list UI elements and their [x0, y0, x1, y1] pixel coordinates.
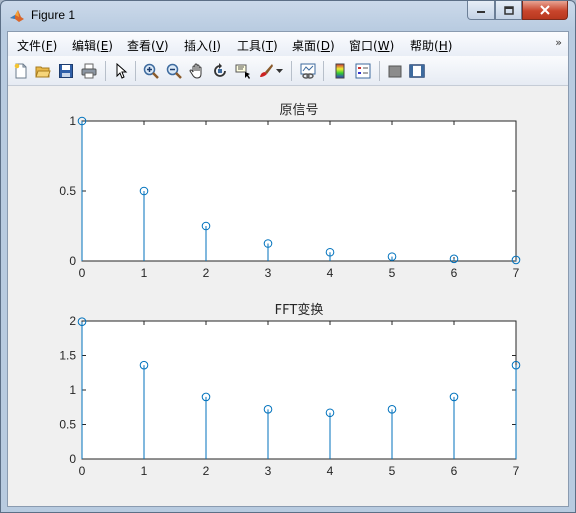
menu-desktop[interactable]: 桌面(D) [292, 37, 335, 54]
save-icon [59, 64, 73, 78]
minimize-icon [477, 11, 485, 13]
open-file-icon [35, 66, 51, 78]
show-plot-tools-icon [409, 64, 425, 78]
legend-icon [355, 63, 371, 79]
close-icon [540, 5, 550, 15]
legend-button[interactable] [353, 61, 373, 81]
link-plot-icon [300, 63, 316, 79]
menu-insert[interactable]: 插入(I) [184, 37, 221, 54]
new-figure-button[interactable] [11, 61, 31, 81]
minimize-button[interactable] [467, 1, 495, 20]
rotate-icon [214, 63, 226, 77]
zoom-out-button[interactable] [164, 61, 184, 81]
window-title: Figure 1 [31, 8, 76, 22]
menu-file[interactable]: 文件(F) [17, 37, 57, 54]
maximize-icon [503, 5, 514, 15]
zoom-in-button[interactable] [141, 61, 161, 81]
brush-button[interactable] [256, 61, 276, 81]
colorbar-icon [335, 63, 345, 79]
show-plot-tools-button[interactable] [407, 61, 427, 81]
toolbar-separator [323, 61, 324, 81]
menu-tools[interactable]: 工具(T) [237, 37, 278, 54]
new-figure-icon [14, 63, 27, 79]
maximize-button[interactable] [495, 1, 522, 20]
brush-dropdown-icon [275, 68, 283, 73]
menu-edit[interactable]: 编辑(E) [72, 37, 113, 54]
brush-dropdown-button[interactable] [274, 61, 284, 81]
chevron-double-icon[interactable]: » [555, 36, 562, 49]
toolbar-separator [105, 61, 106, 81]
title-bar[interactable]: Figure 1 [1, 1, 575, 31]
toolbar-separator [379, 61, 380, 81]
figure-client-area: 文件(F) 编辑(E) 查看(V) 插入(I) 工具(T) 桌面(D) 窗口(W… [7, 31, 569, 507]
hide-plot-tools-button[interactable] [385, 61, 405, 81]
pan-icon [189, 63, 202, 79]
link-plot-button[interactable] [298, 61, 318, 81]
menu-bar: 文件(F) 编辑(E) 查看(V) 插入(I) 工具(T) 桌面(D) 窗口(W… [8, 32, 568, 56]
menu-view[interactable]: 查看(V) [127, 37, 169, 54]
print-icon [81, 63, 97, 79]
figure-window: Figure 1 文件(F) 编辑(E) 查看(V) 插入(I) 工具(T) 桌… [0, 0, 576, 513]
zoom-in-icon [143, 63, 159, 79]
brush-icon [260, 64, 273, 77]
pan-button[interactable] [187, 61, 207, 81]
matlab-logo-icon [10, 10, 24, 22]
save-button[interactable] [56, 61, 76, 81]
figure-toolbar [8, 56, 568, 86]
open-file-button[interactable] [33, 61, 53, 81]
pointer-icon [116, 63, 128, 79]
toolbar-separator [291, 61, 292, 81]
print-button[interactable] [79, 61, 99, 81]
hide-plot-tools-icon [388, 65, 402, 78]
zoom-out-icon [166, 63, 182, 79]
colorbar-button[interactable] [330, 61, 350, 81]
data-cursor-icon [235, 64, 250, 79]
data-cursor-button[interactable] [233, 61, 253, 81]
close-button[interactable] [522, 1, 568, 20]
menu-window[interactable]: 窗口(W) [349, 37, 394, 54]
rotate-button[interactable] [210, 61, 230, 81]
pointer-button[interactable] [111, 61, 131, 81]
menu-help[interactable]: 帮助(H) [410, 37, 452, 54]
toolbar-separator [135, 61, 136, 81]
